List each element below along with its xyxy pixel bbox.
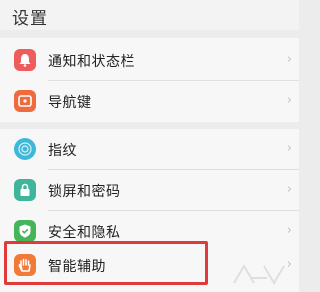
page-title: 设置 — [12, 9, 48, 29]
settings-group-2: 指纹 › 锁屏和密码 › 安全和隐私 › — [0, 129, 299, 254]
settings-item-label: 指纹 — [48, 143, 77, 159]
settings-item-label: 导航键 — [48, 95, 92, 111]
chevron-right-icon: › — [286, 93, 292, 108]
shield-icon — [14, 220, 36, 242]
highlight-box — [4, 241, 208, 285]
settings-item-notifications[interactable]: 通知和状态栏 › — [0, 40, 299, 80]
settings-item-label: 安全和隐私 — [48, 225, 121, 241]
settings-item-fingerprint[interactable]: 指纹 › — [0, 129, 299, 169]
settings-item-lock-screen[interactable]: 锁屏和密码 › — [0, 170, 299, 210]
chevron-right-icon: › — [286, 223, 292, 238]
settings-group-1: 通知和状态栏 › 导航键 › — [0, 38, 299, 122]
bell-icon — [14, 49, 36, 71]
chevron-right-icon: › — [286, 141, 292, 156]
settings-item-label: 锁屏和密码 — [48, 184, 121, 200]
settings-item-navigation-keys[interactable]: 导航键 › — [0, 81, 299, 121]
top-bar: 设置 — [0, 0, 299, 30]
fingerprint-icon — [14, 138, 36, 160]
lock-icon — [14, 179, 36, 201]
chevron-right-icon: › — [286, 182, 292, 197]
chevron-right-icon: › — [286, 52, 292, 67]
settings-item-label: 通知和状态栏 — [48, 54, 135, 70]
navigation-icon — [14, 90, 36, 112]
watermark-image — [229, 258, 289, 288]
